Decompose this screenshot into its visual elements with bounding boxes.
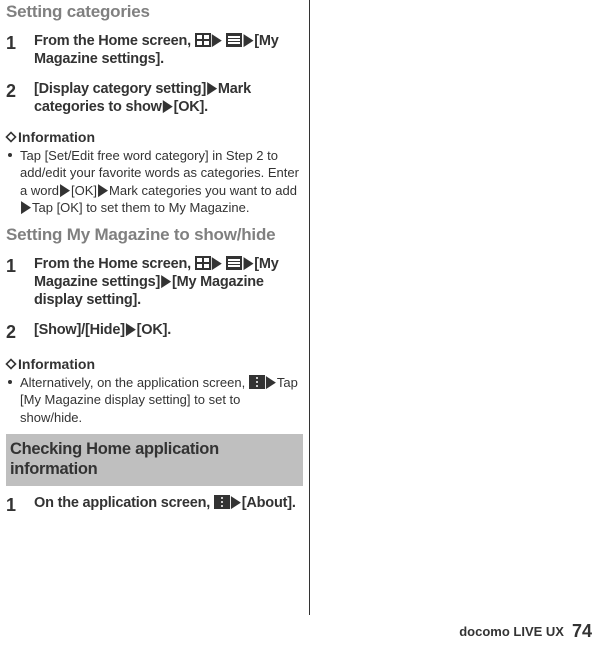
bullet-icon [6, 147, 20, 217]
info-label: Information [18, 129, 95, 145]
arrow-icon: ▶ [243, 29, 253, 50]
home-grid-icon [195, 33, 211, 47]
step-body: [Show]/[Hide]▶[OK]. [34, 321, 303, 344]
arrow-icon: ▶ [21, 195, 31, 218]
info-bullet: Tap [Set/Edit free word category] in Ste… [6, 147, 303, 217]
diamond-icon [5, 358, 16, 369]
info-text: Mark categories you want to add [109, 183, 297, 198]
section-title: Setting categories [6, 2, 303, 22]
bullet-body: Tap [Set/Edit free word category] in Ste… [20, 147, 303, 217]
step-text: From the Home screen, [34, 33, 195, 49]
page-footer: docomo LIVE UX 74 [459, 621, 592, 642]
step-row: 1 From the Home screen, ▶ ▶[My Magazine … [6, 255, 303, 309]
menu-icon [226, 33, 242, 47]
step-text: Display category setting] [39, 81, 206, 97]
step-number: 2 [6, 80, 34, 116]
step-body: From the Home screen, ▶ ▶[My Magazine se… [34, 32, 303, 68]
step-text: [OK]. [174, 99, 208, 115]
diamond-icon [5, 131, 16, 142]
step-number: 1 [6, 32, 34, 68]
page-number: 74 [572, 621, 592, 642]
home-grid-icon [195, 256, 211, 270]
step-row: 2 [Show]/[Hide]▶[OK]. [6, 321, 303, 344]
step-body: On the application screen, ▶[About]. [34, 494, 303, 517]
arrow-icon: ▶ [243, 252, 253, 273]
section-title: Setting My Magazine to show/hide [6, 225, 303, 245]
content-column: Setting categories 1 From the Home scree… [6, 0, 310, 615]
info-text: Alternatively, on the application screen… [20, 375, 249, 390]
step-text: [OK]. [137, 322, 171, 338]
info-bullet: Alternatively, on the application screen… [6, 374, 303, 427]
arrow-icon: ▶ [212, 29, 222, 50]
step-text: On the application screen, [34, 495, 214, 511]
step-number: 2 [6, 321, 34, 344]
arrow-icon: ▶ [163, 96, 173, 117]
arrow-icon: ▶ [212, 252, 222, 273]
arrow-icon: ▶ [207, 78, 217, 99]
step-body: [Display category setting]▶Mark categori… [34, 80, 303, 116]
step-number: 1 [6, 255, 34, 309]
info-label: Information [18, 356, 95, 372]
step-row: 1 On the application screen, ▶[About]. [6, 494, 303, 517]
arrow-icon: ▶ [60, 178, 70, 201]
step-text: [Show]/[Hide] [34, 322, 125, 338]
arrow-icon: ▶ [231, 491, 241, 512]
information-heading: Information [6, 356, 303, 372]
step-text: [About]. [242, 495, 296, 511]
step-row: 2 [Display category setting]▶Mark catego… [6, 80, 303, 116]
arrow-icon: ▶ [266, 370, 276, 393]
arrow-icon: ▶ [161, 270, 171, 291]
information-heading: Information [6, 129, 303, 145]
step-number: 1 [6, 494, 34, 517]
overflow-icon [249, 375, 265, 389]
step-row: 1 From the Home screen, ▶ ▶[My Magazine … [6, 32, 303, 68]
arrow-icon: ▶ [126, 318, 136, 339]
info-text: [OK] [71, 183, 97, 198]
info-text: Tap [OK] to set them to My Magazine. [32, 200, 249, 215]
menu-icon [226, 256, 242, 270]
overflow-icon [214, 495, 230, 509]
bullet-icon [6, 374, 20, 427]
bullet-body: Alternatively, on the application screen… [20, 374, 303, 427]
arrow-icon: ▶ [98, 178, 108, 201]
block-heading: Checking Home application information [6, 434, 303, 486]
footer-label: docomo LIVE UX [459, 624, 564, 639]
step-body: From the Home screen, ▶ ▶[My Magazine se… [34, 255, 303, 309]
